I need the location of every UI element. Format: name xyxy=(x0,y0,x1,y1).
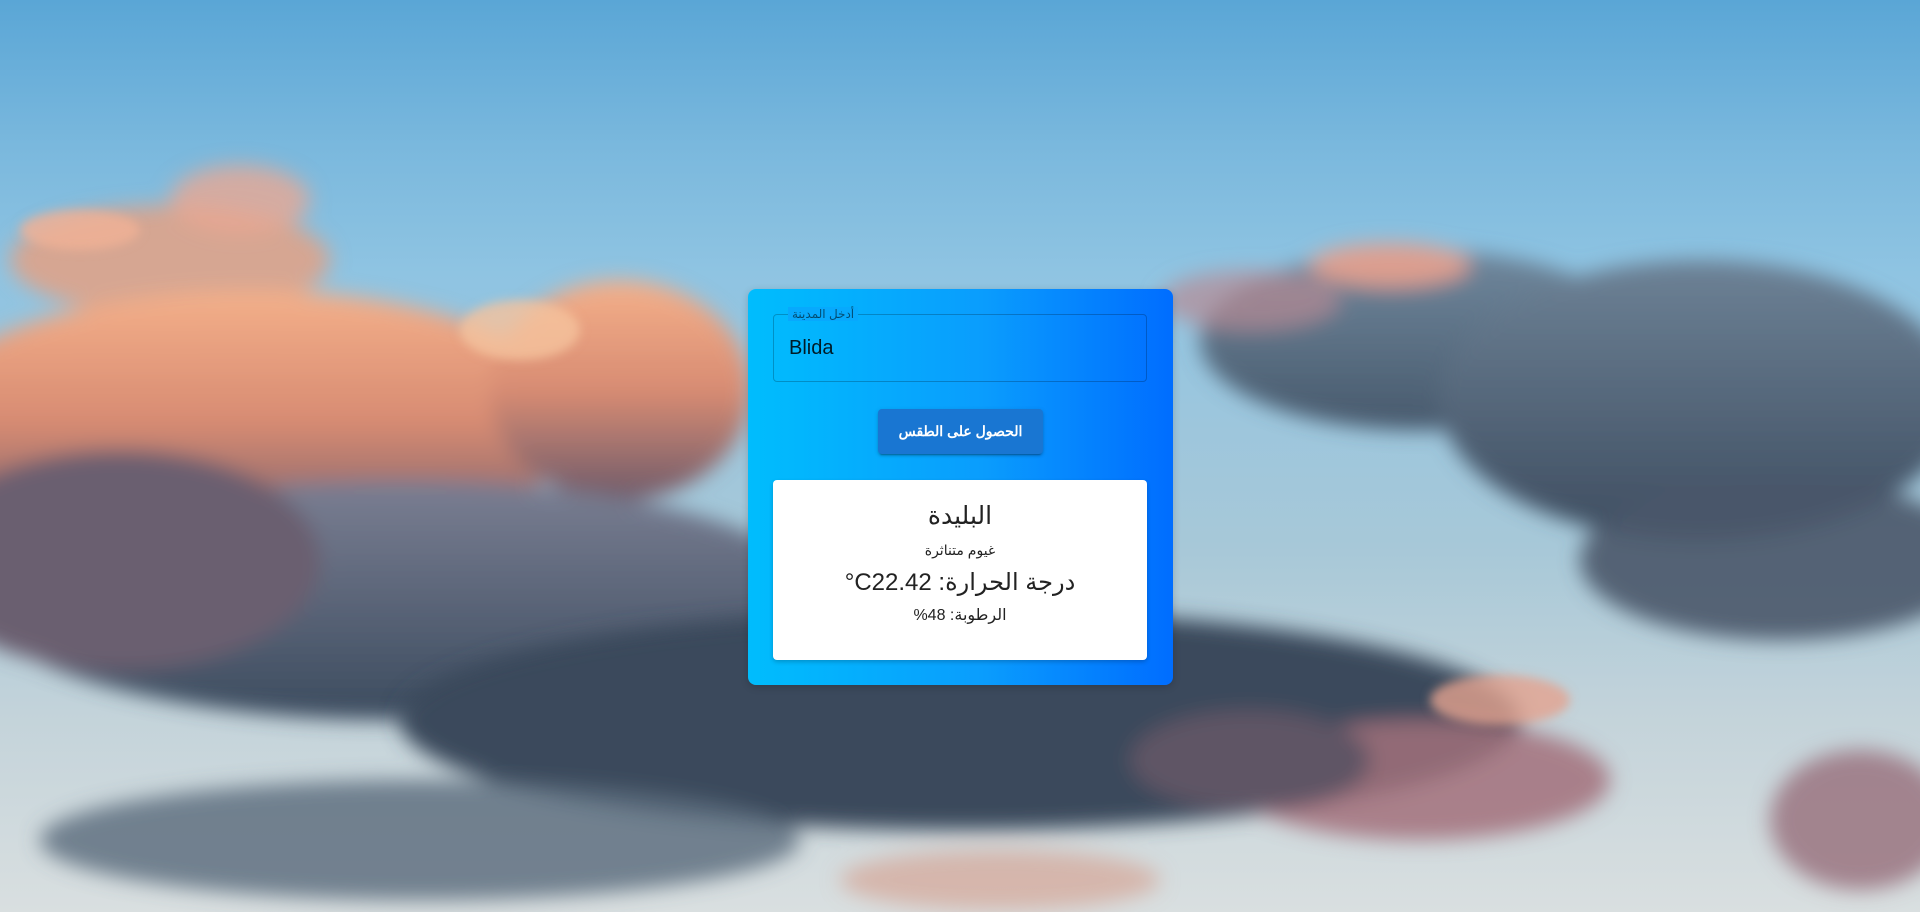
cloud-right xyxy=(1160,243,1920,640)
result-temperature: °Cدرجة الحرارة: 22.42 xyxy=(844,569,1076,596)
weather-card: أدخل المدينة الحصول على الطقس البليدة غي… xyxy=(748,289,1173,685)
city-input[interactable] xyxy=(774,315,1146,381)
result-weather-description: غيوم متناثرة xyxy=(924,542,996,558)
page: أدخل المدينة الحصول على الطقس البليدة غي… xyxy=(0,0,1920,912)
result-humidity: %الرطوبة: 48 xyxy=(913,607,1007,624)
result-city-name: البليدة xyxy=(927,502,993,530)
weather-result-panel: البليدة غيوم متناثرة °Cدرجة الحرارة: 22.… xyxy=(773,480,1147,660)
city-field[interactable]: أدخل المدينة xyxy=(773,307,1147,382)
get-weather-button[interactable]: الحصول على الطقس xyxy=(878,409,1043,454)
